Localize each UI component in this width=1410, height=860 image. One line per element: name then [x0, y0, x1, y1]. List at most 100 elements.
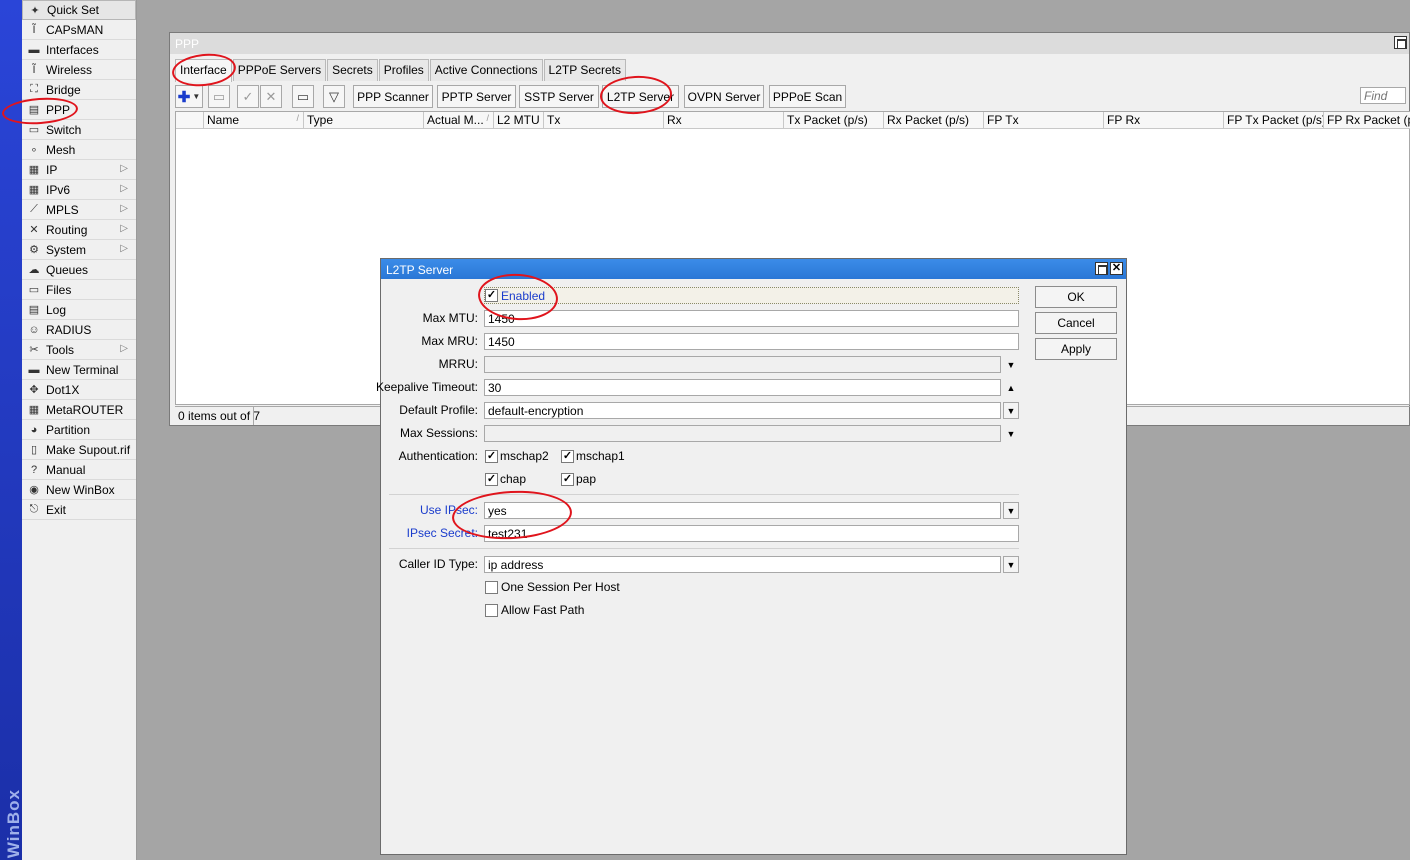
col-name[interactable]: Name / — [204, 112, 304, 129]
l2tp-server-button[interactable]: L2TP Server — [602, 85, 679, 108]
menu-item-dot1x[interactable]: ✥ Dot1X — [22, 380, 136, 400]
menu-item-partition[interactable]: ◕ Partition — [22, 420, 136, 440]
default-profile-select[interactable]: default-encryption — [484, 402, 1001, 419]
max-mtu-input[interactable]: 1450 — [484, 310, 1019, 327]
menu-item-new-terminal[interactable]: ▬ New Terminal — [22, 360, 136, 380]
plus-icon: ✚ — [177, 88, 191, 106]
log-icon: ▤ — [28, 304, 40, 316]
caller-id-select[interactable]: ip address — [484, 556, 1001, 573]
ppp-titlebar[interactable]: PPP — [170, 33, 1409, 54]
menu-item-files[interactable]: ▭ Files — [22, 280, 136, 300]
menu-item-label: RADIUS — [46, 322, 92, 337]
dropdown-arrow-icon[interactable]: ▼ — [1003, 556, 1019, 573]
menu-item-log[interactable]: ▤ Log — [22, 300, 136, 320]
tab-profiles[interactable]: Profiles — [378, 59, 429, 81]
col-rx-packet[interactable]: Rx Packet (p/s) — [884, 112, 984, 129]
chevron-up-icon[interactable]: ▲ — [1003, 379, 1019, 396]
ok-button[interactable]: OK — [1035, 286, 1117, 308]
tab-l2tp-secrets[interactable]: L2TP Secrets — [543, 59, 626, 81]
remove-button[interactable]: ▭ — [208, 85, 230, 108]
col-flags[interactable] — [176, 112, 204, 129]
chevron-down-icon[interactable]: ▼ — [1003, 356, 1019, 373]
menu-item-wireless[interactable]: Ĩ Wireless — [22, 60, 136, 80]
menu-item-switch[interactable]: ▭ Switch — [22, 120, 136, 140]
menu-item-make-supout-rif[interactable]: ▯ Make Supout.rif — [22, 440, 136, 460]
pppoe-scan-button[interactable]: PPPoE Scan — [769, 85, 846, 108]
enable-button[interactable]: ✓ — [237, 85, 259, 108]
tab-interface[interactable]: Interface — [175, 59, 232, 82]
fast-path-checkbox[interactable] — [485, 604, 498, 617]
menu-item-mesh[interactable]: ∘ Mesh — [22, 140, 136, 160]
enabled-row[interactable] — [484, 287, 1019, 304]
disable-button[interactable]: ✕ — [260, 85, 282, 108]
col-tx[interactable]: Tx — [544, 112, 664, 129]
col-fp-tx-packet[interactable]: FP Tx Packet (p/s) — [1224, 112, 1324, 129]
mschap1-label: mschap1 — [576, 449, 625, 463]
ppp-scanner-button[interactable]: PPP Scanner — [353, 85, 433, 108]
one-session-checkbox[interactable] — [485, 581, 498, 594]
menu-item-ip[interactable]: ▦ IP ▷ — [22, 160, 136, 180]
dialog-titlebar[interactable]: L2TP Server ✕ — [381, 259, 1126, 279]
menu-item-mpls[interactable]: ⟋ MPLS ▷ — [22, 200, 136, 220]
dropdown-arrow-icon[interactable]: ▼ — [1003, 502, 1019, 519]
chevron-down-icon[interactable]: ▼ — [1003, 425, 1019, 442]
mrru-input[interactable] — [484, 356, 1001, 373]
pptp-server-button[interactable]: PPTP Server — [437, 85, 516, 108]
col-fp-rx[interactable]: FP Rx — [1104, 112, 1224, 129]
mschap2-checkbox[interactable]: ✓ — [485, 450, 498, 463]
tab-pppoe-servers[interactable]: PPPoE Servers — [232, 59, 327, 81]
interfaces-icon: ▬ — [28, 43, 40, 56]
manual-icon: ? — [30, 463, 38, 476]
menu-item-radius[interactable]: ☺ RADIUS — [22, 320, 136, 340]
menu-item-ppp[interactable]: ▤ PPP — [22, 100, 136, 120]
enabled-checkbox[interactable]: ✓ — [485, 289, 498, 302]
menu-item-quick-set[interactable]: ✦ Quick Set — [22, 0, 136, 20]
apply-button[interactable]: Apply — [1035, 338, 1117, 360]
max-mru-input[interactable]: 1450 — [484, 333, 1019, 350]
menu-item-queues[interactable]: ☁ Queues — [22, 260, 136, 280]
menu-item-routing[interactable]: ✕ Routing ▷ — [22, 220, 136, 240]
menu-item-new-winbox[interactable]: ◉ New WinBox — [22, 480, 136, 500]
col-actual-mtu[interactable]: Actual M... / — [424, 112, 494, 129]
menu-item-manual[interactable]: ? Manual — [22, 460, 136, 480]
pap-checkbox[interactable]: ✓ — [561, 473, 574, 486]
find-input[interactable] — [1360, 87, 1406, 104]
keepalive-input[interactable]: 30 — [484, 379, 1001, 396]
keepalive-label: Keepalive Timeout: — [375, 380, 478, 394]
ovpn-server-button[interactable]: OVPN Server — [684, 85, 764, 108]
dropdown-arrow-icon[interactable]: ▼ — [1003, 402, 1019, 419]
menu-item-tools[interactable]: ✂ Tools ▷ — [22, 340, 136, 360]
section-divider — [389, 548, 1019, 549]
menu-item-system[interactable]: ⚙ System ▷ — [22, 240, 136, 260]
max-sessions-input[interactable] — [484, 425, 1001, 442]
menu-item-label: Routing — [46, 222, 88, 237]
col-fp-tx[interactable]: FP Tx — [984, 112, 1104, 129]
col-type[interactable]: Type — [304, 112, 424, 129]
maximize-icon[interactable] — [1394, 36, 1407, 49]
col-fp-rx-packet[interactable]: FP Rx Packet (p/s) — [1324, 112, 1410, 129]
chap-checkbox[interactable]: ✓ — [485, 473, 498, 486]
col-l2-mtu[interactable]: L2 MTU — [494, 112, 544, 129]
maximize-icon[interactable] — [1095, 262, 1108, 275]
menu-item-interfaces[interactable]: ▬ Interfaces — [22, 40, 136, 60]
menu-item-exit[interactable]: ⎋ Exit — [22, 500, 136, 520]
tab-secrets[interactable]: Secrets — [327, 59, 378, 81]
submenu-arrow-icon: ▷ — [120, 183, 128, 194]
use-ipsec-select[interactable]: yes — [484, 502, 1001, 519]
menu-item-bridge[interactable]: ⛶ Bridge — [22, 80, 136, 100]
cancel-button[interactable]: Cancel — [1035, 312, 1117, 334]
add-dropdown-button[interactable]: ✚ ▼ — [175, 85, 203, 108]
menu-item-capsman[interactable]: Ĩ CAPsMAN — [22, 20, 136, 40]
mschap1-checkbox[interactable]: ✓ — [561, 450, 574, 463]
ipsec-secret-input[interactable]: test231 — [484, 525, 1019, 542]
menu-item-ipv6[interactable]: ▦ IPv6 ▷ — [22, 180, 136, 200]
sstp-server-button[interactable]: SSTP Server — [519, 85, 599, 108]
close-icon[interactable]: ✕ — [1110, 262, 1123, 275]
queues-icon: ☁ — [28, 264, 40, 276]
filter-button[interactable]: ▽ — [323, 85, 345, 108]
comment-button[interactable]: ▭ — [292, 85, 314, 108]
col-tx-packet[interactable]: Tx Packet (p/s) — [784, 112, 884, 129]
col-rx[interactable]: Rx — [664, 112, 784, 129]
menu-item-metarouter[interactable]: ▦ MetaROUTER — [22, 400, 136, 420]
tab-active-connections[interactable]: Active Connections — [429, 59, 543, 81]
